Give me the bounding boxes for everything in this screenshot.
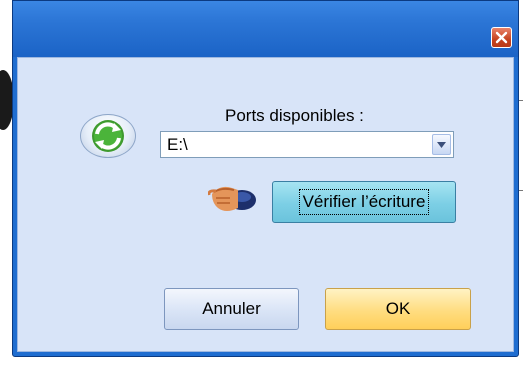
port-select-dropdown-button[interactable] bbox=[432, 134, 451, 155]
title-bar bbox=[13, 1, 518, 57]
ok-button[interactable]: OK bbox=[325, 288, 471, 330]
close-icon bbox=[495, 31, 508, 44]
ports-label: Ports disponibles : bbox=[225, 106, 364, 125]
port-selection-dialog: Ports disponibles : E:\ Vérifier l’écrit… bbox=[12, 0, 519, 357]
verify-write-button[interactable]: Vérifier l’écriture bbox=[272, 181, 456, 223]
close-button[interactable] bbox=[491, 27, 512, 48]
chevron-down-icon bbox=[437, 141, 446, 148]
cancel-button[interactable]: Annuler bbox=[164, 288, 299, 330]
refresh-icon bbox=[92, 120, 124, 152]
refresh-ports-button[interactable] bbox=[80, 114, 136, 158]
verify-write-label: Vérifier l’écriture bbox=[298, 189, 430, 215]
port-select[interactable]: E:\ bbox=[160, 131, 454, 158]
dialog-body: Ports disponibles : E:\ Vérifier l’écrit… bbox=[17, 57, 514, 352]
port-select-value: E:\ bbox=[167, 135, 188, 154]
pointing-hand-icon bbox=[208, 186, 256, 211]
